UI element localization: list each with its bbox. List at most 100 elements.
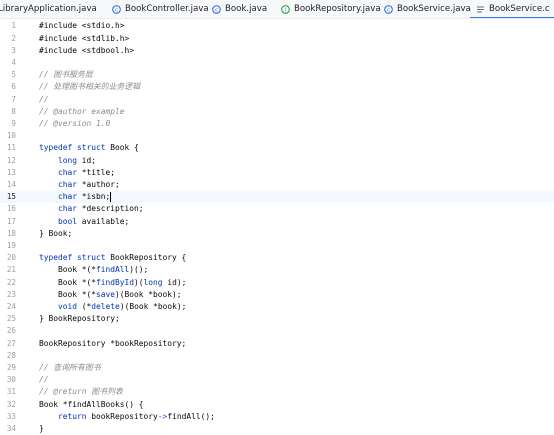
code-line[interactable]: 27 BookRepository *bookRepository;	[0, 338, 554, 350]
code-line[interactable]: 20 typedef struct BookRepository {	[0, 252, 554, 264]
code-token: *title;	[77, 167, 116, 177]
line-number: 32	[6, 399, 16, 409]
code-line[interactable]: 13 char *title;	[0, 167, 554, 179]
tab-book-service-java[interactable]: c BookService.java	[384, 0, 471, 18]
code-line[interactable]: 16 char *description;	[0, 203, 554, 215]
tab-book-service-c[interactable]: BookService.c ✕	[469, 0, 554, 18]
code-line[interactable]: 23 Book *(*save)(Book *book);	[0, 289, 554, 301]
code-editor[interactable]: 1 #include <stdio.h> 2 #include <stdlib.h> 3…	[0, 19, 554, 435]
line-number: 27	[6, 338, 16, 348]
code-token: // 查询所有图书	[39, 363, 101, 372]
code-line[interactable]: 2 #include <stdlib.h>	[0, 33, 554, 45]
code-line[interactable]: 29 // 查询所有图书	[0, 362, 554, 374]
line-number: 4	[11, 58, 16, 67]
java-class-icon: c	[212, 4, 221, 14]
code-token: BookRepository {	[105, 253, 187, 263]
code-line[interactable]: 30 //	[0, 374, 554, 386]
code-token: findById	[96, 277, 135, 287]
code-text: return bookRepository->findAll();	[39, 411, 215, 423]
svg-text:c: c	[387, 7, 390, 13]
tab-label: LibraryApplication.java	[0, 4, 97, 14]
code-line[interactable]: 18} Book;	[0, 228, 554, 240]
line-number: 30	[6, 375, 16, 385]
code-token: Book *(*	[39, 289, 97, 299]
code-line[interactable]: 15 char *isbn;	[0, 191, 554, 204]
line-number: 24	[6, 302, 16, 311]
code-text: // @return 图书列表	[39, 386, 123, 398]
code-token: }	[39, 424, 44, 433]
code-line[interactable]: 8 // @author example	[0, 106, 554, 118]
line-number: 8	[11, 106, 16, 116]
code-token: Book *(*	[39, 277, 97, 287]
code-text: bool available;	[39, 216, 129, 228]
code-line[interactable]: 25} BookRepository;	[0, 313, 554, 325]
code-line[interactable]: 31 // @return 图书列表	[0, 386, 554, 398]
code-token: struct	[77, 143, 106, 153]
code-token: } Book;	[39, 228, 73, 238]
tab-label: Book.java	[225, 4, 268, 14]
code-text: Book *findAllBooks() {	[39, 399, 144, 411]
code-token: ->	[157, 411, 168, 421]
code-token: long	[58, 155, 78, 165]
code-line[interactable]: 6 // 处理图书相关的业务逻辑	[0, 81, 554, 93]
code-token: //	[39, 94, 49, 104]
code-line[interactable]: 33 return bookRepository->findAll();	[0, 411, 554, 423]
code-line[interactable]: 28	[0, 350, 554, 362]
code-line[interactable]: 32 Book *findAllBooks() {	[0, 399, 554, 411]
code-line[interactable]: 7 //	[0, 94, 554, 106]
line-number: 19	[6, 241, 16, 250]
code-token: )();	[129, 265, 149, 275]
code-token: Book *(*	[39, 265, 97, 275]
code-text: #include <stdlib.h>	[39, 33, 129, 45]
code-token: return	[58, 411, 87, 421]
code-text: Book *(*save)(Book *book);	[39, 289, 182, 301]
code-token: #include <stdlib.h>	[39, 33, 130, 43]
code-line[interactable]: 21 Book *(*findAll)();	[0, 264, 554, 276]
code-token: void	[58, 302, 78, 311]
code-line[interactable]: 14 char *author;	[0, 179, 554, 191]
code-line[interactable]: 22 Book *(*findById)(long id);	[0, 277, 554, 289]
java-class-icon: c	[384, 4, 393, 14]
code-token: findAll();	[167, 411, 215, 421]
code-token: //	[39, 375, 49, 385]
code-line[interactable]: 24 void (*delete)(Book *book);	[0, 301, 554, 313]
code-line[interactable]: 4	[0, 57, 554, 69]
code-text: // @version 1.0	[39, 118, 110, 130]
code-text: typedef struct Book {	[39, 142, 139, 154]
svg-text:I: I	[285, 7, 286, 13]
tab-book-repository[interactable]: I BookRepository.java	[281, 0, 381, 18]
code-token: *isbn;	[77, 192, 111, 202]
line-number: 1	[11, 21, 16, 31]
code-text: long id;	[39, 155, 96, 167]
code-token: delete	[91, 302, 120, 311]
code-line[interactable]: 9 // @version 1.0	[0, 118, 554, 130]
code-token: id;	[77, 155, 97, 165]
code-line[interactable]: 10	[0, 130, 554, 142]
code-line[interactable]: 19	[0, 240, 554, 252]
code-text: Book *(*findAll)();	[39, 264, 148, 276]
line-number: 20	[6, 253, 16, 263]
code-line[interactable]: 26	[0, 325, 554, 337]
line-number: 11	[6, 143, 16, 153]
line-number: 17	[6, 216, 16, 226]
code-text: BookRepository *bookRepository;	[39, 338, 186, 350]
code-token: available;	[77, 216, 130, 226]
tab-book-controller[interactable]: c BookController.java	[112, 0, 209, 18]
code-text: char *description;	[39, 203, 144, 215]
code-line[interactable]: 3 #include <stdbool.h>	[0, 45, 554, 57]
code-line[interactable]: 5 // 图书服务层	[0, 69, 554, 81]
tab-book[interactable]: c Book.java	[212, 0, 267, 18]
code-line[interactable]: 1 #include <stdio.h>	[0, 20, 554, 32]
code-line[interactable]: 12 long id;	[0, 155, 554, 167]
code-line[interactable]: 34}	[0, 423, 554, 435]
line-number: 13	[6, 167, 16, 177]
code-text: //	[39, 94, 49, 106]
code-line[interactable]: 17 bool available;	[0, 216, 554, 228]
line-number: 22	[6, 277, 16, 287]
code-line[interactable]: 11 typedef struct Book {	[0, 142, 554, 154]
tab-library-application[interactable]: LibraryApplication.java	[0, 0, 97, 18]
